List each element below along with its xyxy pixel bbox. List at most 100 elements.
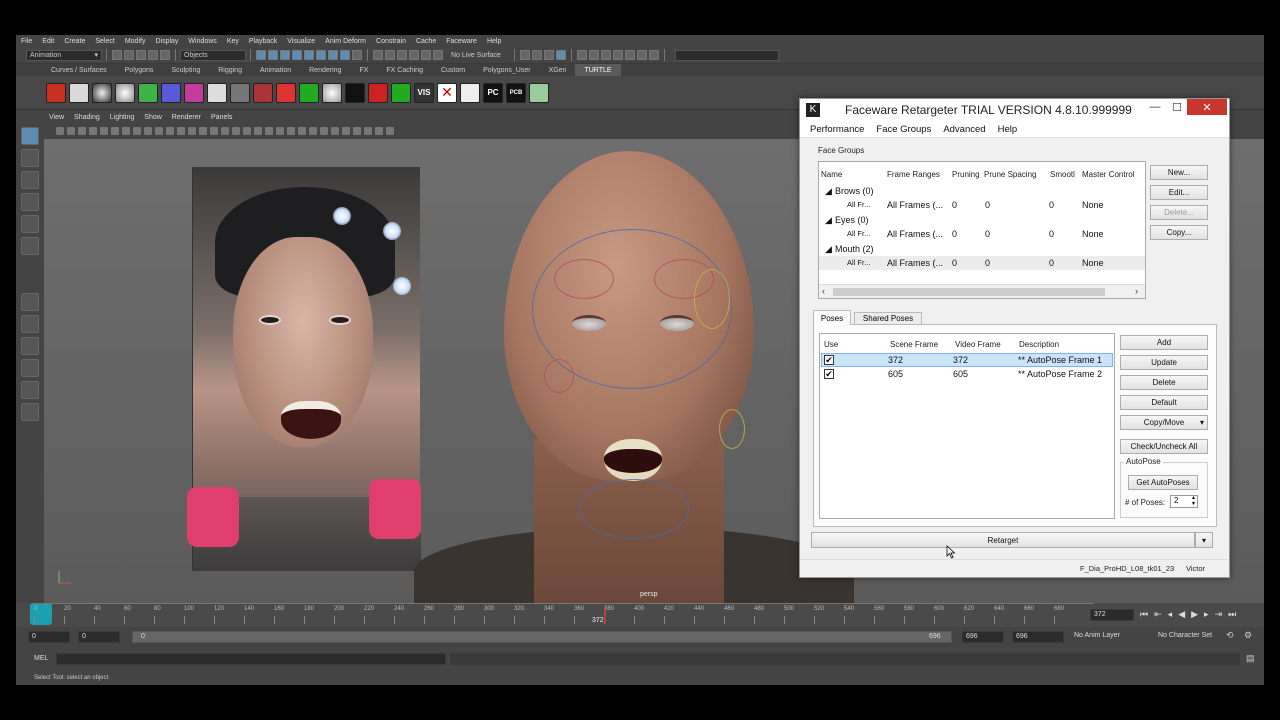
fg-header-prune-spacing[interactable]: Prune Spacing [984,170,1036,179]
fg-row-name[interactable]: All Fr... [847,258,870,267]
mask-handles-icon[interactable] [292,50,302,60]
menu-faceware[interactable]: Faceware [441,38,482,45]
history-icon[interactable] [520,50,530,60]
menu-edit[interactable]: Edit [37,38,59,45]
side-by-side-icon[interactable] [21,337,39,355]
current-time-marker[interactable] [604,607,606,623]
shelf-tab-animation[interactable]: Animation [251,64,300,76]
hud-icon[interactable] [385,127,394,135]
fg-row-spacing[interactable]: 0 [985,229,990,239]
copy-group-button[interactable]: Copy... [1150,225,1208,240]
tree-expand-icon[interactable]: ◢ [825,244,832,255]
fg-header-smooth[interactable]: Smootl [1050,170,1075,179]
open-scene-icon[interactable] [124,50,134,60]
retarget-options-dropdown[interactable]: ▾ [1195,532,1213,548]
safe-title-icon[interactable] [187,127,196,135]
ipr-render-icon[interactable] [544,50,554,60]
play-forward-icon[interactable]: ▶ [1191,609,1198,620]
edit-group-button[interactable]: Edit... [1150,185,1208,200]
tree-expand-icon[interactable]: ◢ [825,215,832,226]
menu-create[interactable]: Create [59,38,90,45]
range-slider[interactable]: 0 696 [132,631,952,643]
add-pose-button[interactable]: Add [1120,335,1208,350]
jaw-control[interactable] [719,409,745,449]
get-autoposes-button[interactable]: Get AutoPoses [1128,475,1198,490]
tree-expand-icon[interactable]: ◢ [825,186,832,197]
magnet-icon[interactable] [433,50,443,60]
tab-shared-poses[interactable]: Shared Poses [854,312,922,325]
lock-icon[interactable] [352,50,362,60]
step-forward-frame-icon[interactable]: ▸ [1204,609,1209,620]
current-frame-field[interactable]: 372 [1090,609,1134,621]
snap-live-icon[interactable] [421,50,431,60]
survey-icon[interactable] [138,82,158,103]
menu-cache[interactable]: Cache [411,38,441,45]
render-frame-icon[interactable] [532,50,542,60]
pose-scene-frame[interactable]: 605 [888,369,903,379]
table-icon[interactable] [460,82,480,103]
viewport-menu-shading[interactable]: Shading [69,114,105,121]
view-transform-icon[interactable] [374,127,383,135]
select-object-icon[interactable] [268,50,278,60]
attribute-editor-icon[interactable] [613,50,623,60]
fw-menu-advanced[interactable]: Advanced [937,124,991,135]
select-component-icon[interactable] [280,50,290,60]
color-management-icon[interactable] [341,127,350,135]
shelf-tab-polygons-user[interactable]: Polygons_User [474,64,539,76]
menu-key[interactable]: Key [222,38,244,45]
go-to-start-icon[interactable]: ⏮ [1140,609,1148,620]
input-line-icon[interactable] [577,50,587,60]
fg-row-master[interactable]: None [1082,229,1104,239]
anim-end-field[interactable]: 696 [962,631,1004,643]
paint-select-icon[interactable] [21,171,39,189]
chin-control[interactable] [579,479,689,539]
fg-header-pruning[interactable]: Pruning [952,170,980,179]
shelf-tab-fx[interactable]: FX [350,64,377,76]
anim-layer-label[interactable]: No Anim Layer [1074,632,1120,639]
shelf-tab-custom[interactable]: Custom [432,64,474,76]
move-tool-icon[interactable] [21,193,39,211]
delete-pose-button[interactable]: Delete [1120,375,1208,390]
shelf-tab-fx-caching[interactable]: FX Caching [377,64,432,76]
fg-row-range[interactable]: All Frames (... [887,258,943,268]
snap-point-icon[interactable] [397,50,407,60]
arrow-icon[interactable] [391,82,411,103]
anti-aliasing-icon[interactable] [319,127,328,135]
scroll-left-icon[interactable]: ‹ [822,286,825,296]
num-poses-spinbox[interactable]: 2 ▴ ▾ [1170,495,1198,508]
scrollbar-thumb[interactable] [833,288,1105,296]
menu-windows[interactable]: Windows [183,38,221,45]
film-gate-icon[interactable] [132,127,141,135]
scale-tool-icon[interactable] [21,237,39,255]
channel-box-icon[interactable] [637,50,647,60]
pose-description[interactable]: ** AutoPose Frame 2 [1018,369,1102,379]
shelf-tab-rendering[interactable]: Rendering [300,64,350,76]
script-editor-icon[interactable]: ▤ [1246,653,1255,664]
mask-surfaces-icon[interactable] [328,50,338,60]
safe-action-icon[interactable] [176,127,185,135]
gamma-icon[interactable] [363,127,372,135]
grease-pencil-icon[interactable] [110,127,119,135]
turtle-render-icon[interactable] [46,82,66,103]
faceware-titlebar[interactable]: K Faceware Retargeter TRIAL VERSION 4.8.… [800,99,1229,121]
mel-input[interactable] [56,653,446,665]
retarget-button[interactable]: Retarget [811,532,1195,548]
check-uncheck-all-button[interactable]: Check/Uncheck All [1120,439,1208,454]
delete-icon[interactable]: ✕ [437,82,457,103]
field-chart-icon[interactable] [165,127,174,135]
mask-deformers-icon[interactable] [340,50,350,60]
settings-icon[interactable] [230,82,250,103]
autokey-icon[interactable]: ⟲ [1226,630,1234,641]
shelf-tab-turtle[interactable]: TURTLE [575,64,621,76]
persp-graph-icon[interactable] [21,359,39,377]
step-back-key-icon[interactable]: ⇤ [1154,609,1162,620]
fg-row-name[interactable]: All Fr... [847,200,870,209]
pose-checkbox[interactable]: ✔ [824,355,834,365]
image-plane-icon[interactable] [88,127,97,135]
pc-icon[interactable]: PC [483,82,503,103]
bookmark-icon[interactable] [77,127,86,135]
shelf-tab-polygons[interactable]: Polygons [116,64,163,76]
mel-label[interactable]: MEL [34,655,48,662]
pose-video-frame[interactable]: 372 [953,355,968,365]
grid-icon[interactable] [184,82,204,103]
